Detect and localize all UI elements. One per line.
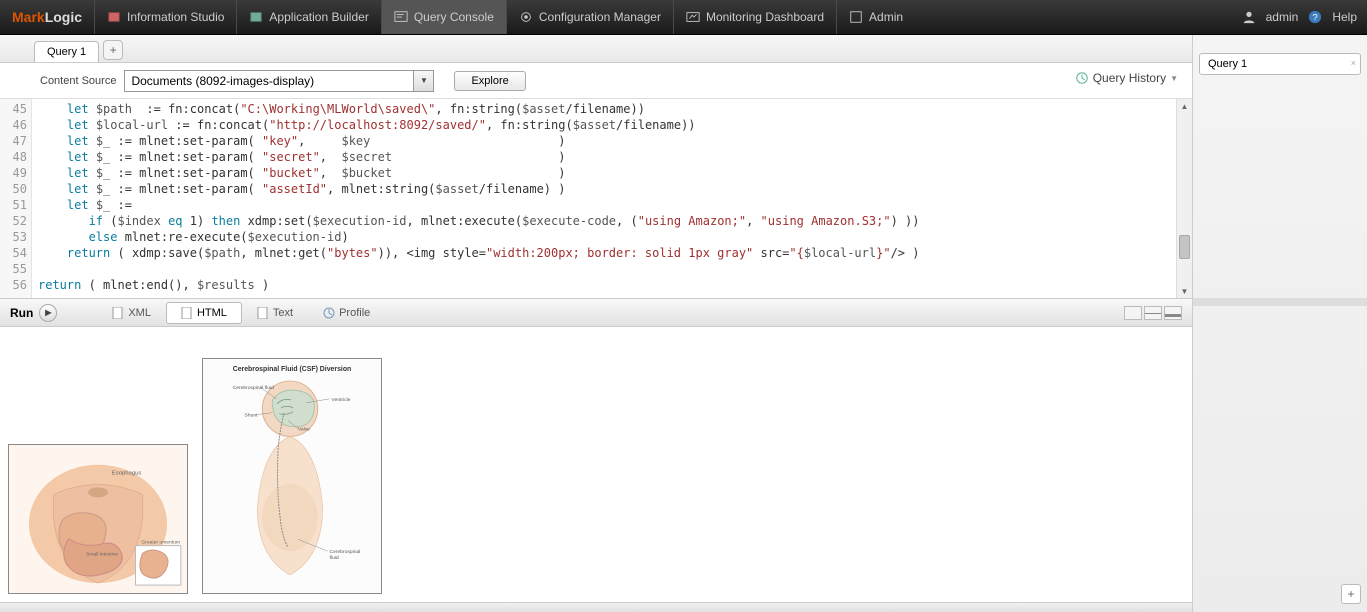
chevron-down-icon: ▼	[413, 71, 433, 91]
nav-admin[interactable]: Admin	[836, 0, 915, 34]
history-icon	[1075, 71, 1089, 85]
cube-icon	[107, 10, 121, 24]
html-icon	[181, 307, 193, 319]
sidebar-item-label: Query 1	[1208, 58, 1247, 70]
play-icon: ▶	[39, 304, 57, 322]
view-label: Text	[273, 307, 293, 319]
label-shunt: Shunt	[245, 413, 259, 419]
nav-right: admin ? Help	[1232, 0, 1367, 34]
nav-monitoring-dashboard[interactable]: Monitoring Dashboard	[673, 0, 836, 34]
label-ventricle: Ventricle	[332, 397, 351, 403]
label-esophagus: Esophagus	[112, 471, 142, 477]
gear-icon	[519, 10, 533, 24]
user-name[interactable]: admin	[1266, 10, 1299, 24]
content-source-select[interactable]: Documents (8092-images-display) ▼	[124, 70, 434, 92]
view-label: HTML	[197, 307, 227, 319]
nav-config-manager[interactable]: Configuration Manager	[506, 0, 673, 34]
footer-strip	[0, 602, 1192, 612]
result-image-2: Cerebrospinal Fluid (CSF) Diversion Cere…	[202, 358, 382, 594]
run-button[interactable]: Run ▶	[10, 304, 57, 322]
scroll-thumb[interactable]	[1179, 235, 1190, 259]
nav-label: Query Console	[414, 10, 494, 24]
nav-label: Configuration Manager	[539, 10, 661, 24]
tab-label: Query 1	[47, 46, 86, 58]
scroll-up-icon[interactable]: ▲	[1177, 99, 1192, 113]
anatomy-abdomen-illustration: Esophagus Small intestine Greater omentu…	[9, 445, 187, 593]
sidebar-area	[1193, 99, 1367, 297]
layout-min-button[interactable]	[1164, 306, 1182, 320]
run-bar: Run ▶ XML HTML Text Profile	[0, 299, 1192, 327]
label-csf-bottom: Cerebrospinal	[330, 549, 361, 555]
query-history-label: Query History	[1093, 71, 1166, 85]
anatomy-csf-illustration: Cerebrospinal Fluid (CSF) Diversion Cere…	[203, 359, 381, 593]
main-area: 45 46 47 48 49 50 51 52 53 54 55 56 let …	[0, 99, 1192, 612]
layout-controls	[1124, 306, 1182, 320]
chevron-down-icon: ▼	[1170, 74, 1178, 83]
xml-icon	[112, 307, 124, 319]
code-editor[interactable]: 45 46 47 48 49 50 51 52 53 54 55 56 let …	[0, 99, 1192, 299]
view-label: Profile	[339, 307, 370, 319]
console-icon	[394, 10, 408, 24]
view-tab-xml[interactable]: XML	[97, 302, 166, 324]
scroll-down-icon[interactable]: ▼	[1177, 284, 1192, 298]
tab-query-1[interactable]: Query 1	[34, 41, 99, 62]
top-nav-bar: MarkLogic Information Studio Application…	[0, 0, 1367, 35]
explore-label: Explore	[471, 75, 508, 87]
close-icon[interactable]: ×	[1351, 58, 1356, 68]
cube-icon	[249, 10, 263, 24]
sidebar-add-button[interactable]: +	[1341, 584, 1361, 604]
nav-application-builder[interactable]: Application Builder	[236, 0, 380, 34]
nav-label: Monitoring Dashboard	[706, 10, 824, 24]
editor-scrollbar[interactable]: ▲ ▼	[1176, 99, 1192, 298]
content-toolbar: Content Source Documents (8092-images-di…	[0, 63, 1192, 99]
sidebar-divider[interactable]	[1193, 298, 1367, 306]
tab-strip: Query 1 + Workspace ▼	[0, 35, 1367, 63]
layout-full-button[interactable]	[1124, 306, 1142, 320]
nav-label: Application Builder	[269, 10, 368, 24]
explore-button[interactable]: Explore	[454, 71, 525, 91]
run-label: Run	[10, 306, 33, 320]
view-label: XML	[128, 307, 151, 319]
editor-code[interactable]: let $path := fn:concat("C:\Working\MLWor…	[32, 99, 1176, 298]
nav-query-console[interactable]: Query Console	[381, 0, 506, 34]
brand-second: Logic	[45, 9, 82, 25]
view-tab-profile[interactable]: Profile	[308, 302, 385, 324]
help-icon: ?	[1308, 10, 1322, 24]
svg-text:?: ?	[1313, 13, 1318, 24]
sidebar-query-item[interactable]: Query 1 ×	[1199, 53, 1361, 75]
content-source-label: Content Source	[40, 75, 116, 87]
text-icon	[257, 307, 269, 319]
label-csf-bottom2: fluid	[330, 555, 339, 561]
layout-split-button[interactable]	[1144, 306, 1162, 320]
label-small-intestine: Small intestine	[86, 552, 118, 558]
query-history-button[interactable]: Query History ▼	[1075, 71, 1178, 85]
view-tab-html[interactable]: HTML	[166, 302, 242, 324]
image-title: Cerebrospinal Fluid (CSF) Diversion	[233, 366, 352, 373]
brand-logo: MarkLogic	[0, 0, 94, 34]
tab-add-button[interactable]: +	[103, 40, 123, 60]
user-icon	[1242, 10, 1256, 24]
dashboard-icon	[686, 10, 700, 24]
view-tab-text[interactable]: Text	[242, 302, 308, 324]
nav-label: Admin	[869, 10, 903, 24]
help-link[interactable]: Help	[1332, 10, 1357, 24]
label-csf-top: Cerebrospinal fluid	[233, 385, 274, 391]
label-greater-omentum: Greater omentum	[141, 540, 180, 546]
result-image-1: Esophagus Small intestine Greater omentu…	[8, 444, 188, 594]
nav-label: Information Studio	[127, 10, 224, 24]
view-tabs: XML HTML Text Profile	[97, 302, 385, 324]
nav-information-studio[interactable]: Information Studio	[94, 0, 236, 34]
editor-gutter: 45 46 47 48 49 50 51 52 53 54 55 56	[0, 99, 32, 298]
results-pane: Esophagus Small intestine Greater omentu…	[0, 327, 1192, 602]
profile-icon	[323, 307, 335, 319]
right-sidebar: Query 1 × +	[1192, 35, 1367, 612]
brand-first: Mark	[12, 9, 45, 25]
content-source-value: Documents (8092-images-display)	[131, 74, 314, 88]
nav-items: Information Studio Application Builder Q…	[94, 0, 915, 34]
label-valve: Valve	[298, 427, 310, 433]
admin-icon	[849, 10, 863, 24]
